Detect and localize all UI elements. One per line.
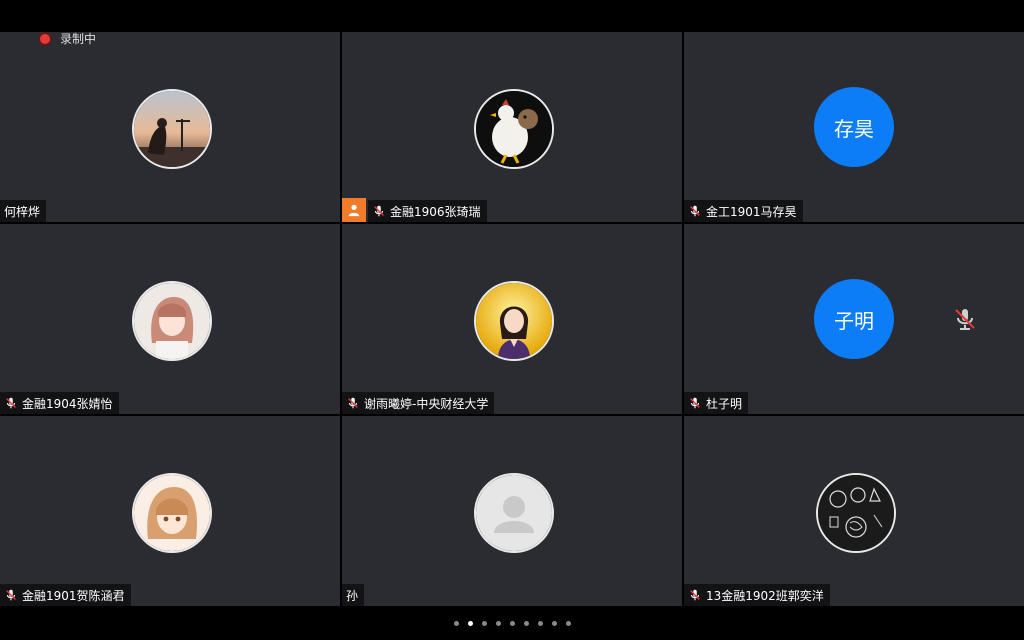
initials-avatar: 子明: [814, 279, 894, 359]
participant-name: 何梓烨: [4, 204, 41, 219]
participant-tile[interactable]: 孙: [342, 416, 682, 606]
mic-muted-icon: [6, 397, 16, 409]
participant-nameplate: 13金融1902班郭奕洋: [684, 584, 830, 606]
mic-muted-icon: [6, 589, 16, 601]
participant-avatar: [816, 473, 896, 553]
participant-grid: 何梓烨 金融1906张琦瑞 存昊 金工1901马存昊 金融1904张婧怡 谢雨曦…: [0, 32, 1024, 608]
participant-name: 金工1901马存昊: [706, 204, 797, 219]
mic-muted-icon: [374, 205, 384, 217]
anime-girl-photo-icon: [134, 475, 210, 551]
page-dot[interactable]: [565, 621, 571, 626]
participant-tile[interactable]: 金融1901贺陈涵君: [0, 416, 340, 606]
participant-avatar: [132, 281, 212, 361]
participant-avatar: [474, 473, 554, 553]
participant-nameplate: 金工1901马存昊: [684, 200, 803, 222]
participant-name: 杜子明: [706, 396, 743, 411]
participant-tile[interactable]: 子明 杜子明: [684, 224, 1024, 414]
page-dot-active[interactable]: [467, 621, 473, 626]
participant-name: 13金融1902班郭奕洋: [706, 588, 824, 603]
sunset-photo-icon: [134, 91, 210, 167]
participant-nameplate: 谢雨曦婷-中央财经大学: [342, 392, 495, 414]
chicken-photo-icon: [476, 91, 552, 167]
participant-tile[interactable]: 谢雨曦婷-中央财经大学: [342, 224, 682, 414]
participant-nameplate: 杜子明: [684, 392, 749, 414]
participant-avatar: [132, 473, 212, 553]
page-dot[interactable]: [551, 621, 557, 626]
participant-tile[interactable]: 金融1904张婧怡: [0, 224, 340, 414]
participant-nameplate: 金融1906张琦瑞: [368, 200, 487, 222]
page-indicator[interactable]: [0, 621, 1024, 626]
participant-name: 金融1904张婧怡: [22, 396, 113, 411]
participant-nameplate: 何梓烨: [0, 200, 47, 222]
default-user-icon: [476, 475, 552, 551]
page-dot[interactable]: [523, 621, 529, 626]
participant-nameplate: 金融1904张婧怡: [0, 392, 119, 414]
page-dot[interactable]: [453, 621, 459, 626]
recording-label: 录制中: [60, 32, 97, 46]
mic-muted-icon: [690, 397, 700, 409]
recording-dot-icon: [40, 33, 50, 44]
mic-muted-icon: [690, 205, 700, 217]
mic-muted-icon: [690, 589, 700, 601]
participant-name: 金融1906张琦瑞: [390, 204, 481, 219]
participant-avatar: [474, 89, 554, 169]
host-badge: [342, 198, 366, 222]
top-bar: [0, 0, 1024, 32]
participant-tile[interactable]: 13金融1902班郭奕洋: [684, 416, 1024, 606]
participant-nameplate: 孙: [342, 584, 365, 606]
bottom-bar: [0, 608, 1024, 640]
participant-tile[interactable]: 存昊 金工1901马存昊: [684, 32, 1024, 222]
participant-avatar: [132, 89, 212, 169]
page-dot[interactable]: [495, 621, 501, 626]
mic-muted-icon: [348, 397, 358, 409]
mic-muted-large-icon: [955, 309, 975, 330]
participant-tile[interactable]: 金融1906张琦瑞: [342, 32, 682, 222]
initials-avatar: 存昊: [814, 87, 894, 167]
participant-name: 谢雨曦婷-中央财经大学: [364, 396, 489, 411]
page-dot[interactable]: [481, 621, 487, 626]
portrait-photo-icon: [476, 283, 552, 359]
recording-indicator[interactable]: 录制中: [40, 30, 96, 47]
participant-name: 孙: [346, 588, 359, 603]
participant-name: 金融1901贺陈涵君: [22, 588, 125, 603]
participant-avatar: [474, 281, 554, 361]
participant-tile[interactable]: 何梓烨: [0, 32, 340, 222]
participant-nameplate: 金融1901贺陈涵君: [0, 584, 131, 606]
person-icon: [348, 204, 360, 217]
page-dot[interactable]: [537, 621, 543, 626]
page-dot[interactable]: [509, 621, 515, 626]
sketch-photo-icon: [818, 475, 894, 551]
anime-girl-photo-icon: [134, 283, 210, 359]
